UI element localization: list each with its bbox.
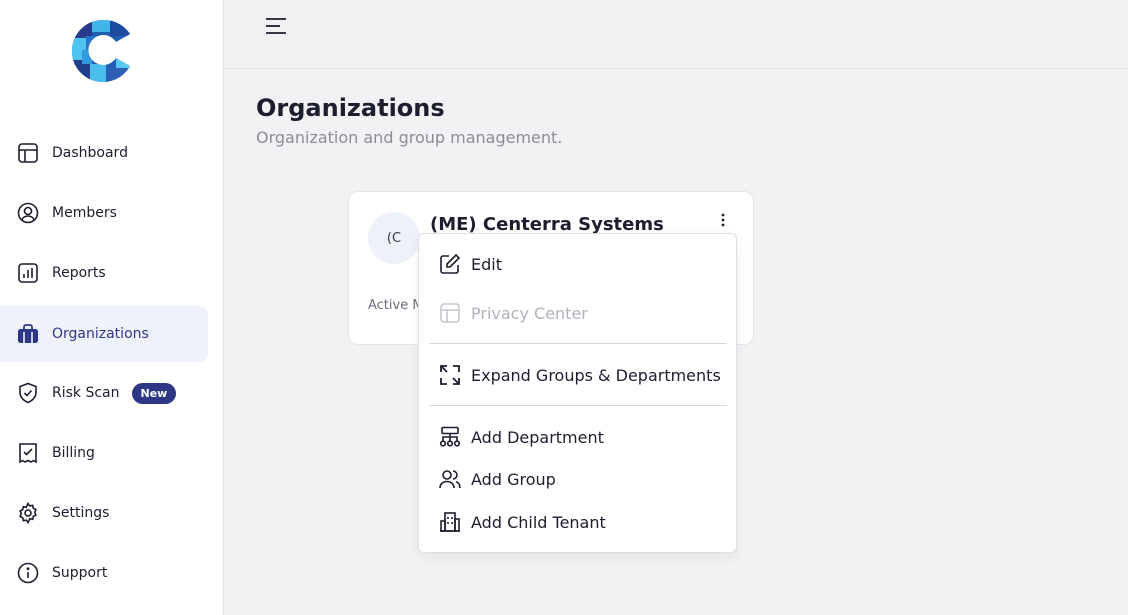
new-badge: New bbox=[131, 382, 177, 404]
menu-item-label: Add Group bbox=[471, 469, 556, 489]
receipt-icon bbox=[16, 441, 40, 465]
menu-item-label: Add Department bbox=[471, 427, 604, 447]
hierarchy-icon bbox=[439, 426, 461, 448]
sidebar-item-support[interactable]: Support bbox=[0, 545, 208, 601]
info-icon bbox=[16, 561, 40, 585]
sidebar-item-label: Dashboard bbox=[52, 145, 128, 161]
menu-item-label: Add Child Tenant bbox=[471, 512, 606, 532]
bar-chart-icon bbox=[16, 261, 40, 285]
menu-divider bbox=[429, 343, 727, 344]
centerra-logo-icon[interactable] bbox=[72, 18, 136, 84]
sidebar-item-risk-scan[interactable]: Risk Scan New bbox=[0, 365, 208, 421]
sidebar-item-label: Support bbox=[52, 565, 108, 581]
hamburger-icon[interactable] bbox=[265, 16, 287, 36]
sidebar-item-label: Settings bbox=[52, 505, 110, 521]
sidebar-item-organizations[interactable]: Organizations bbox=[0, 306, 208, 362]
user-circle-icon bbox=[16, 201, 40, 225]
menu-item-add-department[interactable]: Add Department bbox=[419, 419, 736, 455]
menu-item-expand-groups[interactable]: Expand Groups & Departments bbox=[419, 357, 736, 393]
edit-icon bbox=[439, 253, 461, 275]
sidebar-item-reports[interactable]: Reports bbox=[0, 245, 208, 301]
sidebar-item-settings[interactable]: Settings bbox=[0, 485, 208, 541]
sidebar-item-label: Reports bbox=[52, 265, 106, 281]
organization-name: (ME) Centerra Systems bbox=[430, 214, 664, 235]
sidebar: Dashboard Members Reports Organizations … bbox=[0, 0, 224, 615]
menu-item-edit[interactable]: Edit bbox=[419, 246, 736, 282]
menu-item-label: Edit bbox=[471, 254, 502, 274]
sidebar-item-billing[interactable]: Billing bbox=[0, 425, 208, 481]
menu-item-label: Expand Groups & Departments bbox=[471, 365, 721, 385]
menu-divider bbox=[429, 405, 727, 406]
sidebar-item-members[interactable]: Members bbox=[0, 185, 208, 241]
sidebar-item-label: Organizations bbox=[52, 326, 149, 342]
layout-icon bbox=[439, 302, 461, 324]
page-title: Organizations bbox=[256, 94, 445, 122]
expand-icon bbox=[439, 364, 461, 386]
page-subtitle: Organization and group management. bbox=[256, 128, 563, 147]
menu-item-label: Privacy Center bbox=[471, 303, 588, 323]
building-icon bbox=[439, 511, 461, 533]
avatar: (C bbox=[368, 212, 420, 264]
gear-icon bbox=[16, 501, 40, 525]
kebab-icon[interactable] bbox=[713, 210, 733, 230]
organization-actions-menu: Edit Privacy Center Expand Groups & Depa… bbox=[418, 233, 737, 553]
layout-icon bbox=[16, 141, 40, 165]
menu-item-privacy-center[interactable]: Privacy Center bbox=[419, 295, 736, 331]
top-bar bbox=[225, 0, 1128, 69]
sidebar-item-label: Members bbox=[52, 205, 117, 221]
sidebar-item-label: Risk Scan bbox=[52, 385, 120, 401]
sidebar-item-label: Billing bbox=[52, 445, 95, 461]
shield-check-icon bbox=[16, 381, 40, 405]
menu-item-add-child-tenant[interactable]: Add Child Tenant bbox=[419, 504, 736, 540]
organization-status: Active M bbox=[368, 298, 424, 313]
briefcase-icon bbox=[16, 322, 40, 346]
menu-item-add-group[interactable]: Add Group bbox=[419, 461, 736, 497]
sidebar-item-dashboard[interactable]: Dashboard bbox=[0, 125, 208, 181]
users-icon bbox=[439, 468, 461, 490]
